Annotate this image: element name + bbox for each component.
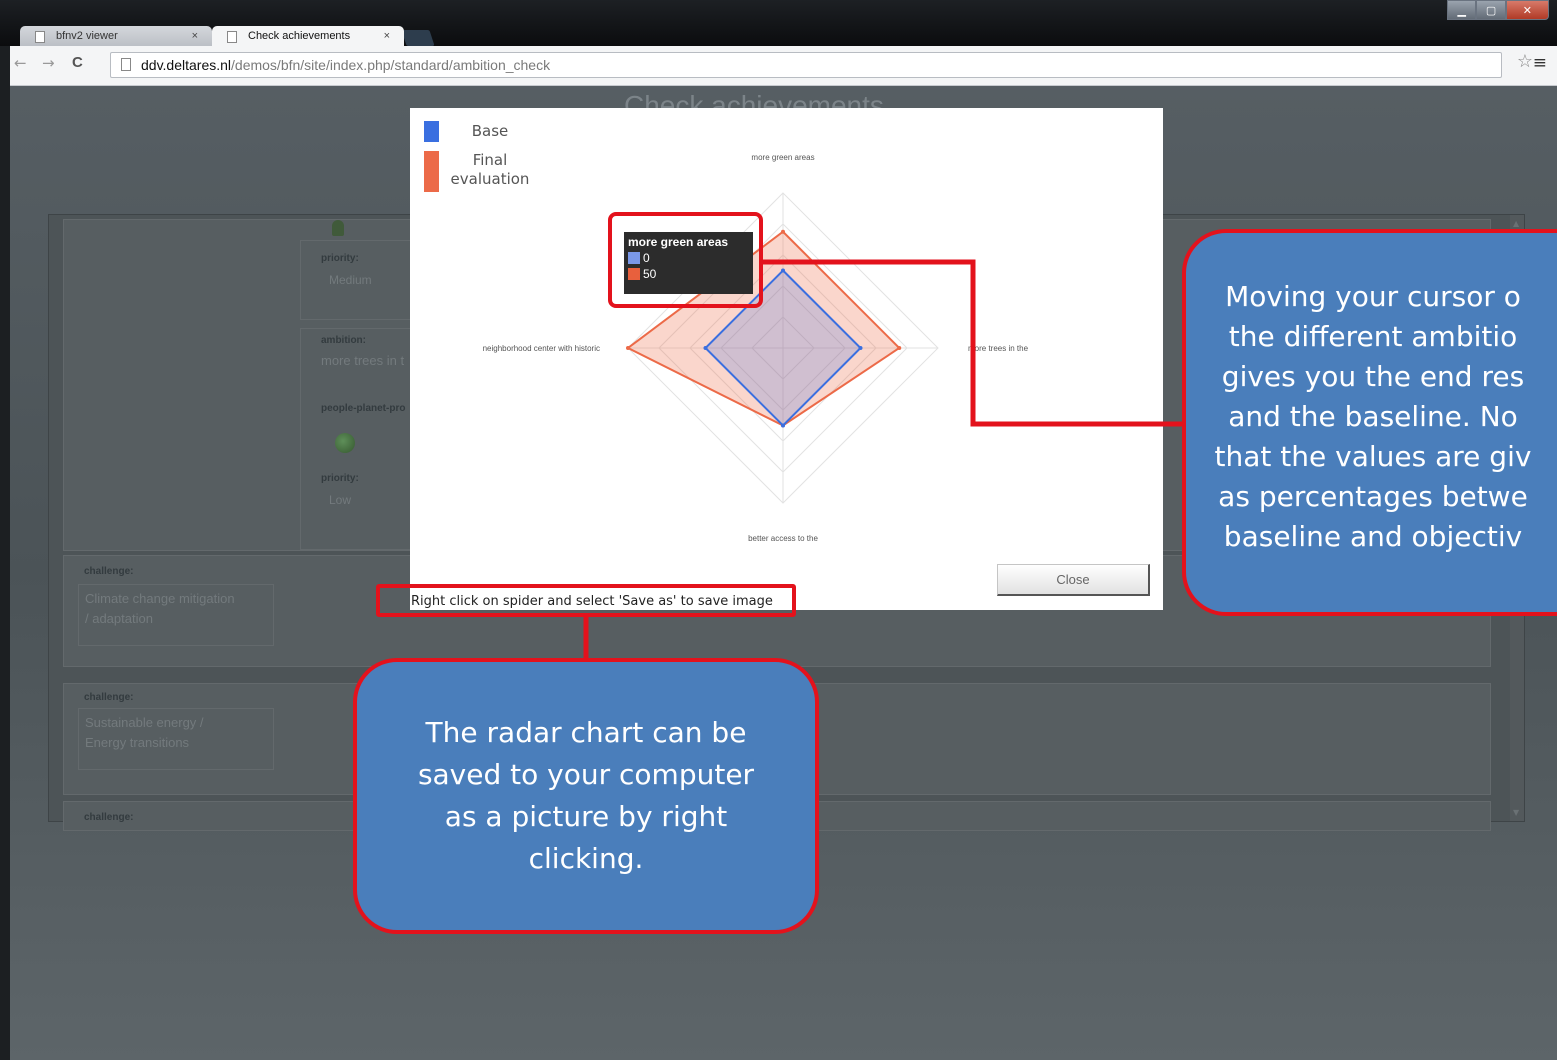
callout-line: The radar chart can be [425,716,747,749]
callout-line: and the baseline. No [1228,400,1518,433]
callout-line: that the values are giv [1214,440,1532,473]
tab-label: Check achievements [248,30,351,42]
callout-save-image: The radar chart can be saved to your com… [353,658,819,934]
callout-line: the different ambitio [1228,320,1518,353]
callout-line: baseline and objectiv [1223,520,1523,553]
callout-line: as percentages betwe [1218,480,1528,513]
tab-close-icon[interactable]: × [384,30,390,42]
callout-line: Moving your cursor o [1225,280,1521,313]
page-icon [227,31,237,43]
callout-line: as a picture by right [444,800,728,833]
callout-line: clicking. [528,842,644,875]
tab-check-achievements[interactable]: Check achievements × [212,26,404,48]
callout-cursor-hover: Moving your cursor o the different ambit… [1182,229,1557,616]
callout-line: gives you the end res [1221,360,1525,393]
callout-line: saved to your computer [417,758,755,791]
connector-right [763,259,1186,427]
